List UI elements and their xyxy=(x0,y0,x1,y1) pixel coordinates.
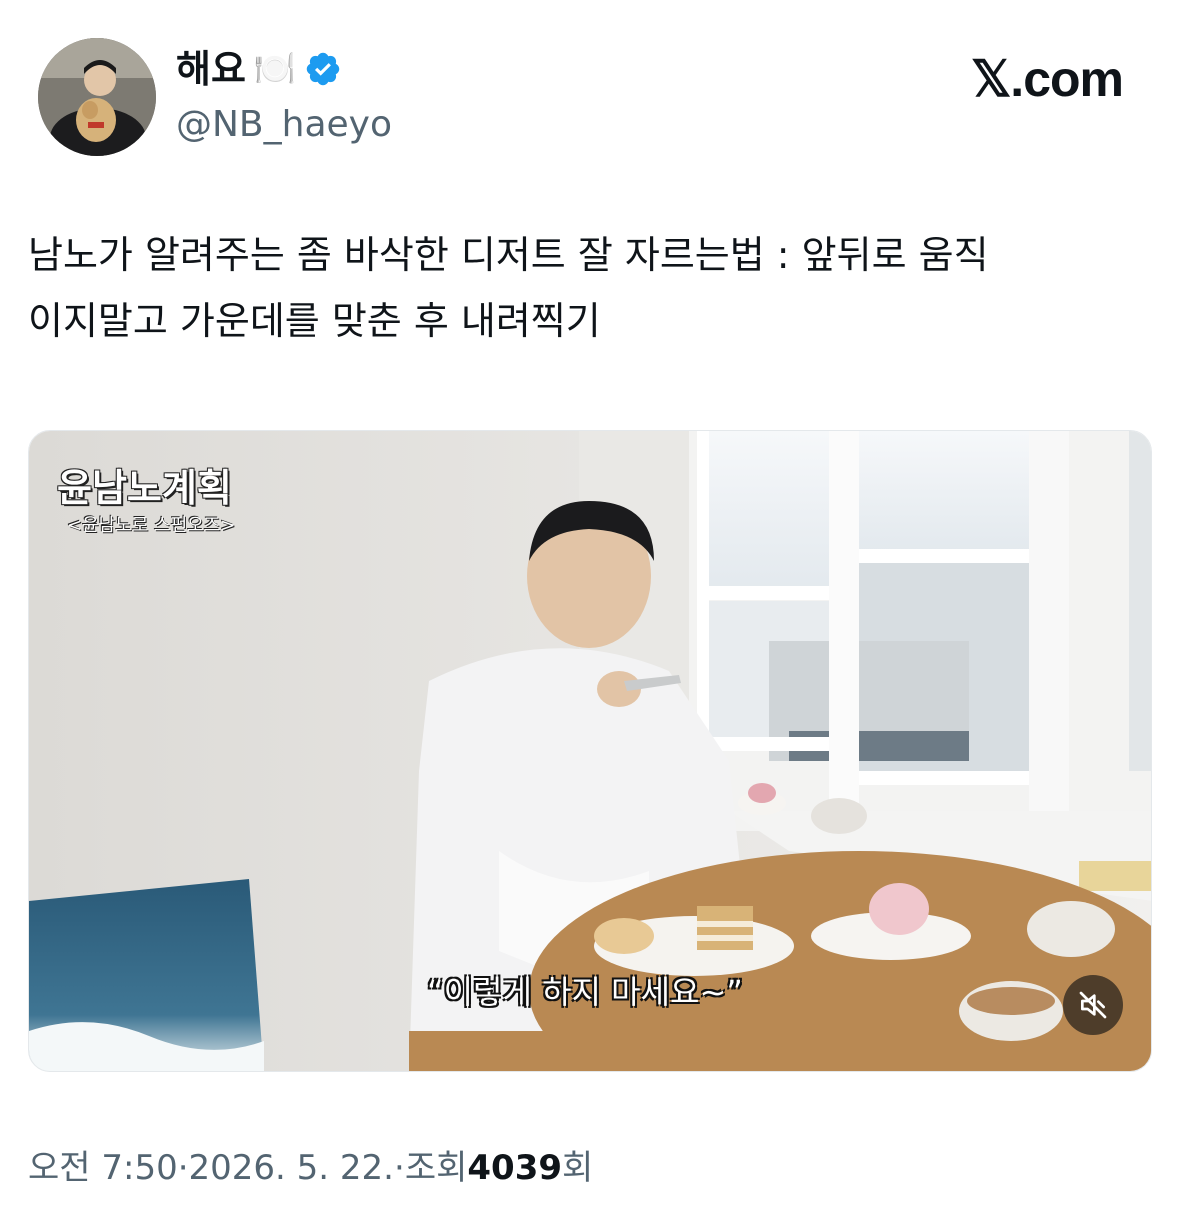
avatar-photo xyxy=(38,38,156,156)
x-com-logo: 𝕏.com xyxy=(971,51,1124,107)
avatar[interactable] xyxy=(38,38,156,156)
meta-separator: · xyxy=(177,1148,189,1188)
tweet-date[interactable]: 2026. 5. 22. xyxy=(189,1148,394,1188)
verified-badge-icon xyxy=(307,52,340,86)
views-count: 4039 xyxy=(467,1148,563,1188)
mute-button[interactable] xyxy=(1063,975,1123,1035)
plate-cutlery-emoji-icon: 🍽️ xyxy=(253,49,297,89)
views-label: 조회 xyxy=(404,1148,468,1188)
video-overlay-subtitle: <윤남노로 스펀오즈> xyxy=(67,515,236,536)
display-name-text: 해요 xyxy=(176,47,246,91)
tweet-text-line-1: 남노가 알려주는 좀 바삭한 디저트 잘 자르는법 : 앞뒤로 움직 xyxy=(28,233,989,277)
video-player[interactable]: 윤남노계획 <윤남노로 스펀오즈> “이렇게 하지 마세요~” xyxy=(28,430,1152,1072)
video-caption: “이렇게 하지 마세요~” xyxy=(427,973,743,1011)
tweet-text-line-2: 이지말고 가운데를 맞춘 후 내려찍기 xyxy=(28,299,601,343)
speaker-muted-icon xyxy=(1079,991,1107,1019)
video-overlay-title: 윤남노계획 xyxy=(57,465,232,510)
tweet-meta: 오전 7:50 · 2026. 5. 22. · 조회 4039 회 xyxy=(28,1140,593,1189)
display-name[interactable]: 해요 🍽️ xyxy=(176,50,342,88)
tweet-time[interactable]: 오전 7:50 xyxy=(28,1140,178,1189)
user-handle[interactable]: @NB_haeyo xyxy=(176,104,392,145)
meta-separator: · xyxy=(394,1148,405,1188)
views-suffix: 회 xyxy=(562,1148,594,1188)
tweet-text: 남노가 알려주는 좀 바삭한 디저트 잘 자르는법 : 앞뒤로 움직 이지말고 … xyxy=(28,222,1158,354)
